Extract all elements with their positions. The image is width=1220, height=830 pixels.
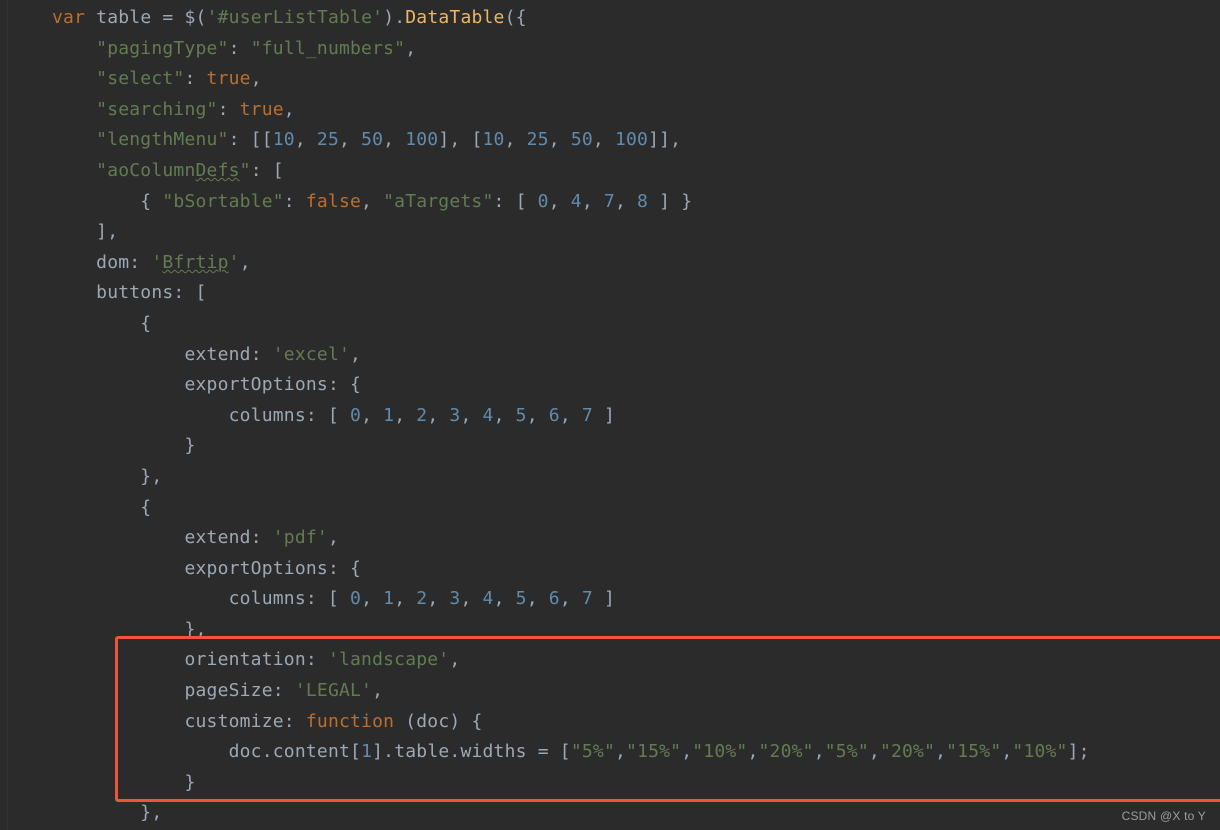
prop-lengthmenu: "lengthMenu" [96,129,228,150]
ident-orientation: orientation [184,649,305,670]
prop-bsortable: "bSortable" [162,191,283,212]
ident-dollar: $ [185,7,196,28]
bool-false: false [306,191,361,212]
ident-content: content [273,741,350,762]
string-legal: 'LEGAL' [295,680,372,701]
watermark-text: CSDN @X to Y [1122,809,1206,823]
keyword-function: function [306,711,394,732]
ident-pagesize: pageSize [184,680,272,701]
ident-doc: doc [416,711,449,732]
ident-buttons: buttons [96,282,173,303]
ident-dom: dom [96,252,129,273]
string-excel: 'excel' [273,344,350,365]
method-datatable: DataTable [405,7,504,28]
keyword-var: var [52,7,85,28]
ident-extend: extend [184,344,250,365]
prop-atargets: "aTargets" [383,191,493,212]
bool-true: true [240,99,284,120]
prop-select: "select" [96,68,184,89]
prop-pagingtype: "pagingType" [96,38,228,59]
code-editor[interactable]: var table = $('#userListTable').DataTabl… [0,0,1220,830]
prop-aocolumndefs: "aoColumnDefs" [96,160,251,181]
string-selector: '#userListTable' [207,7,384,28]
ident-columns: columns [229,405,306,426]
string-pdf: 'pdf' [273,527,328,548]
code-content: var table = $('#userListTable').DataTabl… [0,3,1220,829]
prop-searching: "searching" [96,99,217,120]
bool-true: true [207,68,251,89]
string-fullnumbers: "full_numbers" [251,38,406,59]
ident-widths: widths [460,741,526,762]
ident-table: table [96,7,151,28]
string-landscape: 'landscape' [328,649,449,670]
string-bfrtip: 'Bfrtip' [151,252,239,273]
ident-exportoptions: exportOptions [184,374,327,395]
ident-customize: customize [184,711,283,732]
